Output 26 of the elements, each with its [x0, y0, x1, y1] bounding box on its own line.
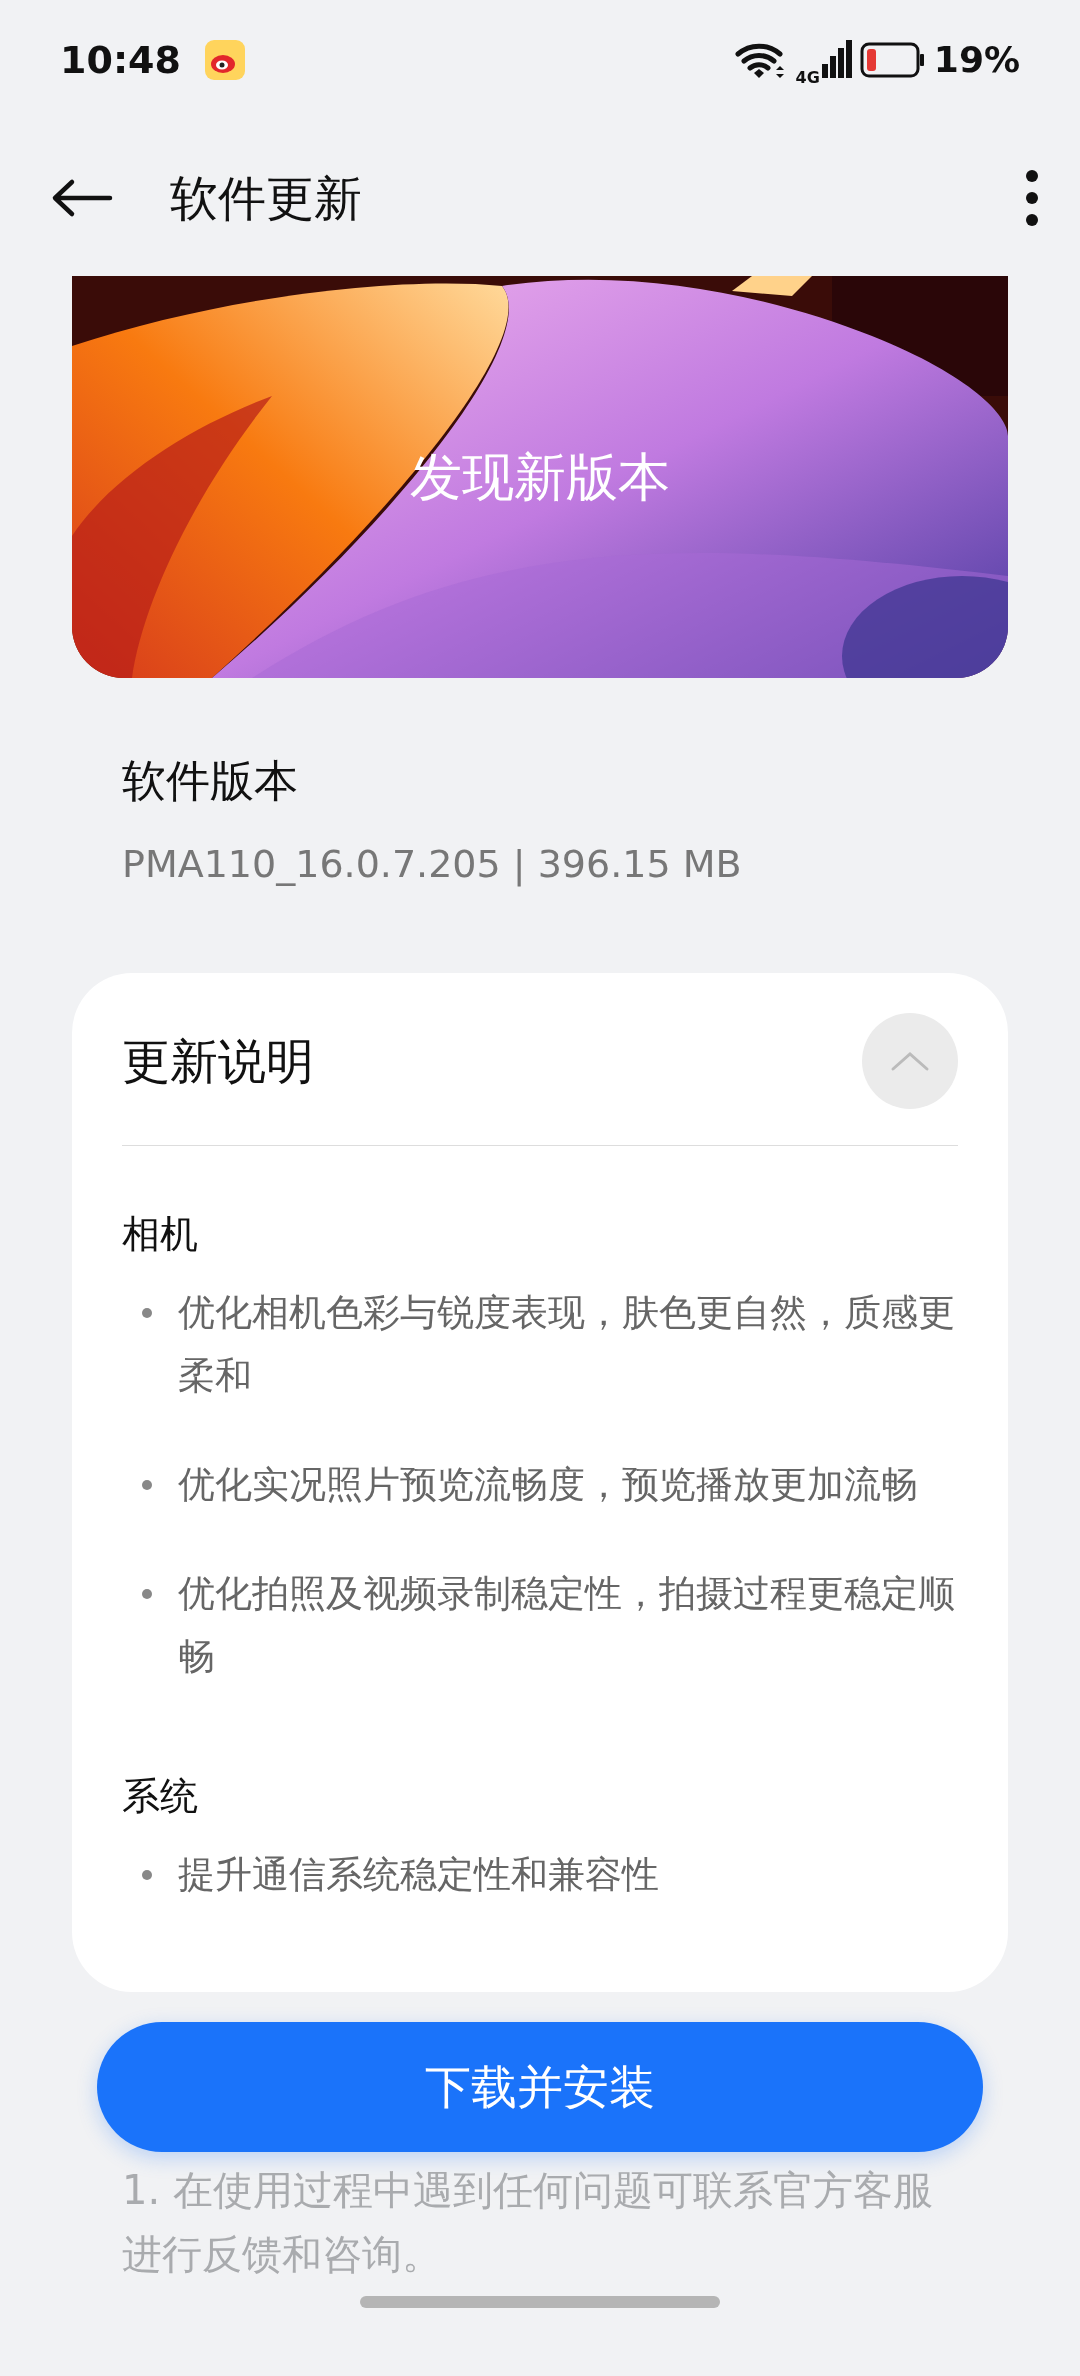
clock: 10:48 — [60, 36, 181, 84]
signal-icon — [821, 40, 852, 80]
note-item: 优化实况照片预览流畅度，预览播放更加流畅 — [178, 1462, 918, 1508]
note-item: 优化拍照及视频录制稳定性，拍摄过程更稳定顺畅 — [178, 1571, 956, 1680]
back-icon[interactable] — [50, 178, 114, 218]
battery-percentage: 19% — [933, 38, 1020, 82]
page-title: 软件更新 — [170, 169, 362, 228]
section-heading: 相机 — [122, 1211, 199, 1258]
chevron-icon — [890, 1050, 930, 1072]
note-item: 提升通信系统稳定性和兼容性 — [178, 1852, 659, 1898]
note-item: 优化相机色彩与锐度表现，肤色更自然，质感更柔和 — [178, 1290, 956, 1399]
more-options-icon[interactable] — [1024, 168, 1040, 228]
section-heading: 系统 — [122, 1773, 199, 1820]
release-notes-title: 更新说明 — [122, 1032, 314, 1091]
battery-icon — [859, 42, 926, 78]
download-install-button[interactable]: 下载并安装 — [97, 2022, 983, 2152]
bullet-icon — [142, 1589, 152, 1599]
version-label: 软件版本 — [122, 754, 299, 808]
bullet-icon — [142, 1480, 152, 1490]
bullet-icon — [142, 1870, 152, 1880]
version-info: PMA110_16.0.7.205 | 396.15 MB — [122, 841, 743, 889]
network-type-label: 4G — [795, 67, 820, 89]
banner-title: 发现新版本 — [410, 446, 670, 509]
bullet-icon — [142, 1308, 152, 1318]
footnote-text: 1. 在使用过程中遇到任何问题可联系官方客服进行反馈和咨询。 — [122, 2166, 934, 2279]
notification-icon — [204, 40, 245, 80]
